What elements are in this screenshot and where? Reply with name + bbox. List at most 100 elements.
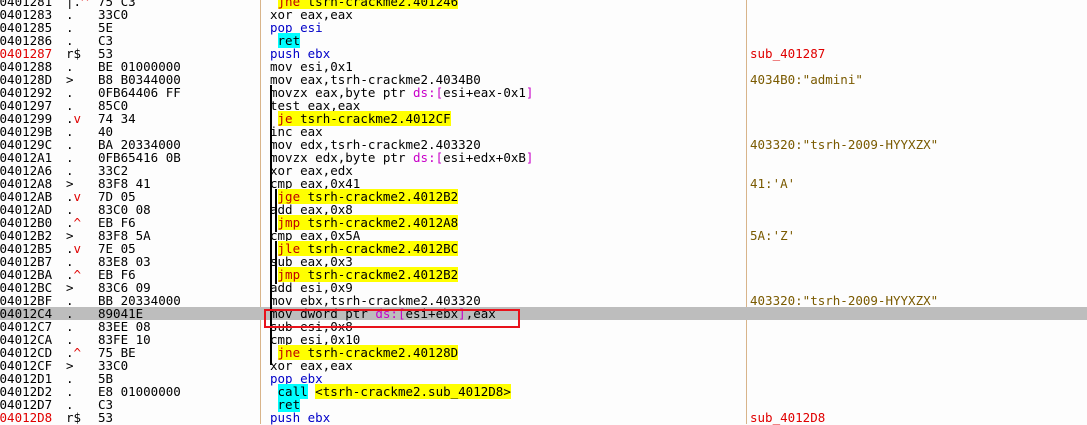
- instruction-row[interactable]: 00401286.C3 ret: [0, 33, 1087, 48]
- instruction-row[interactable]: 004012CD.^75 BE jne tsrh-crackme2.40128D: [0, 345, 1087, 360]
- instruction-row[interactable]: 00401281|.^75 C3 jne tsrh-crackme2.40124…: [0, 0, 1087, 9]
- bracket: ]: [525, 150, 534, 165]
- jump-arrow-icon: ^: [73, 345, 82, 360]
- address: 00401297: [0, 99, 53, 112]
- instruction-row[interactable]: 00401285.5Epop esi: [0, 21, 1087, 34]
- address: 004012BC: [0, 281, 53, 294]
- jump-arrow-icon: v: [73, 189, 82, 204]
- address: 004012B5: [0, 242, 53, 255]
- opcode-bytes: C3: [98, 33, 114, 48]
- address: 004012C7: [0, 320, 53, 333]
- address: 004012CA: [0, 333, 53, 346]
- operand: esi: [300, 20, 323, 35]
- jump-arrow-icon: ^: [73, 215, 82, 230]
- instruction-row[interactable]: 004012A6.33C2xor eax,edx: [0, 164, 1087, 177]
- instruction-row[interactable]: 004012B2>83F8 5Acmp eax,0x5A5A:'Z': [0, 229, 1087, 242]
- marker-text: r$: [66, 410, 82, 425]
- disassembly-view[interactable]: 00401281|.^75 C3 jne tsrh-crackme2.40124…: [0, 0, 1087, 424]
- instruction-row[interactable]: 004012A8>83F8 41cmp eax,0x4141:'A': [0, 177, 1087, 190]
- instruction: call <tsrh-crackme2.sub_4012D8>: [270, 384, 740, 399]
- address: 00401281: [0, 0, 53, 8]
- opcode-bytes: 33C0: [98, 358, 129, 373]
- instruction-row[interactable]: 004012C7.83EE 08sub esi,0x8: [0, 320, 1087, 333]
- comment: sub_401287: [750, 46, 826, 61]
- opcode-bytes: 74 34: [98, 111, 136, 126]
- instruction-row[interactable]: 004012D2.E8 01000000 call <tsrh-crackme2…: [0, 384, 1087, 399]
- address: 00401299: [0, 112, 53, 125]
- comment: sub_4012D8: [750, 410, 826, 425]
- address: 00401287: [0, 47, 53, 60]
- comment: 403320:"tsrh-2009-HYYXZX": [750, 137, 939, 152]
- opcode-bytes: 33C0: [98, 7, 129, 22]
- opcode-bytes: 53: [98, 410, 114, 425]
- instruction: xor eax,eax: [270, 8, 740, 21]
- address: 00401288: [0, 60, 53, 73]
- instruction-row[interactable]: 004012BF.BB 20334000mov ebx,tsrh-crackme…: [0, 294, 1087, 307]
- address: 004012D8: [0, 411, 53, 424]
- bracket: [: [435, 150, 444, 165]
- instruction-row[interactable]: 00401297.85C0test eax,eax: [0, 99, 1087, 112]
- opcode-bytes: C3: [98, 397, 114, 412]
- address: 004012A1: [0, 151, 53, 164]
- mnemonic: push: [270, 410, 301, 425]
- address: 0040129B: [0, 125, 53, 138]
- address: 004012CD: [0, 346, 53, 359]
- bracket: [: [435, 85, 444, 100]
- instruction-row[interactable]: 004012B0.^EB F6 jmp tsrh-crackme2.4012A8: [0, 215, 1087, 230]
- instruction-row[interactable]: 004012AD.83C0 08add eax,0x8: [0, 203, 1087, 216]
- instruction-row[interactable]: 00401299.v74 34 je tsrh-crackme2.4012CF: [0, 111, 1087, 126]
- address: 004012D1: [0, 372, 53, 385]
- address: 004012CF: [0, 359, 53, 372]
- address: 004012D2: [0, 385, 53, 398]
- segment-prefix: ds:: [413, 85, 436, 100]
- address: 004012B2: [0, 229, 53, 242]
- instruction-row[interactable]: 00401292.0FB64406 FFmovzx eax,byte ptr d…: [0, 86, 1087, 99]
- instruction: je tsrh-crackme2.4012CF: [270, 111, 740, 126]
- segment-prefix: ds:: [413, 150, 436, 165]
- instruction-row[interactable]: 004012CA.83FE 10cmp esi,0x10: [0, 333, 1087, 346]
- instruction: ret: [270, 397, 740, 412]
- instruction-row[interactable]: 004012A1.0FB65416 0Bmovzx edx,byte ptr d…: [0, 151, 1087, 164]
- address: 00401292: [0, 86, 53, 99]
- address: 0040129C: [0, 138, 53, 151]
- address: 00401283: [0, 8, 53, 21]
- instruction-row[interactable]: 004012D8 r$ 53 push ebx sub_4012D8: [0, 411, 1087, 424]
- address: 0040128D: [0, 73, 53, 86]
- jump-arrow-icon: ^: [73, 267, 82, 282]
- highlight-box: [264, 309, 520, 328]
- instruction: pop esi: [270, 21, 740, 34]
- address: 004012AB: [0, 190, 53, 203]
- instruction-row[interactable]: 004012B5.v7E 05 jle tsrh-crackme2.4012BC: [0, 241, 1087, 256]
- address: 004012BA: [0, 268, 53, 281]
- instruction-row[interactable]: 004012B7.83E8 03sub eax,0x3: [0, 255, 1087, 268]
- address: 004012A8: [0, 177, 53, 190]
- flow-marker: r$: [66, 411, 96, 424]
- address: 004012A6: [0, 164, 53, 177]
- address: 004012D7: [0, 398, 53, 411]
- instruction-row[interactable]: 00401283.33C0xor eax,eax: [0, 8, 1087, 21]
- opcode-bytes: E8 01000000: [98, 384, 181, 399]
- bracket: ]: [525, 85, 534, 100]
- instruction: ret: [270, 33, 740, 48]
- instruction-row[interactable]: 004012D7.C3 ret: [0, 397, 1087, 412]
- comment: 5A:'Z': [750, 228, 796, 243]
- instruction-row[interactable]: 004012AB.v7D 05 jge tsrh-crackme2.4012B2: [0, 189, 1087, 204]
- jump-arrow-icon: v: [73, 111, 82, 126]
- address: 004012AD: [0, 203, 53, 216]
- address: 004012B0: [0, 216, 53, 229]
- address: 004012C4: [0, 307, 53, 320]
- jump-arrow-icon: v: [73, 241, 82, 256]
- instruction-row[interactable]: 004012CF>33C0xor eax,eax: [0, 359, 1087, 372]
- address: 004012B7: [0, 255, 53, 268]
- instruction-row[interactable]: 004012C4.89041Emov dword ptr ds:[esi+ebx…: [0, 307, 1087, 320]
- opcode-bytes: 5E: [98, 20, 114, 35]
- instruction-row[interactable]: 004012BA.^EB F6 jmp tsrh-crackme2.4012B2: [0, 267, 1087, 282]
- comment: 41:'A': [750, 176, 796, 191]
- comment: 403320:"tsrh-2009-HYYXZX": [750, 293, 939, 308]
- loop-brace: [275, 241, 277, 284]
- address: 004012BF: [0, 294, 53, 307]
- address: 00401285: [0, 21, 53, 34]
- instruction: xor eax,eax: [270, 359, 740, 372]
- loop-brace: [275, 189, 277, 232]
- address: 00401286: [0, 34, 53, 47]
